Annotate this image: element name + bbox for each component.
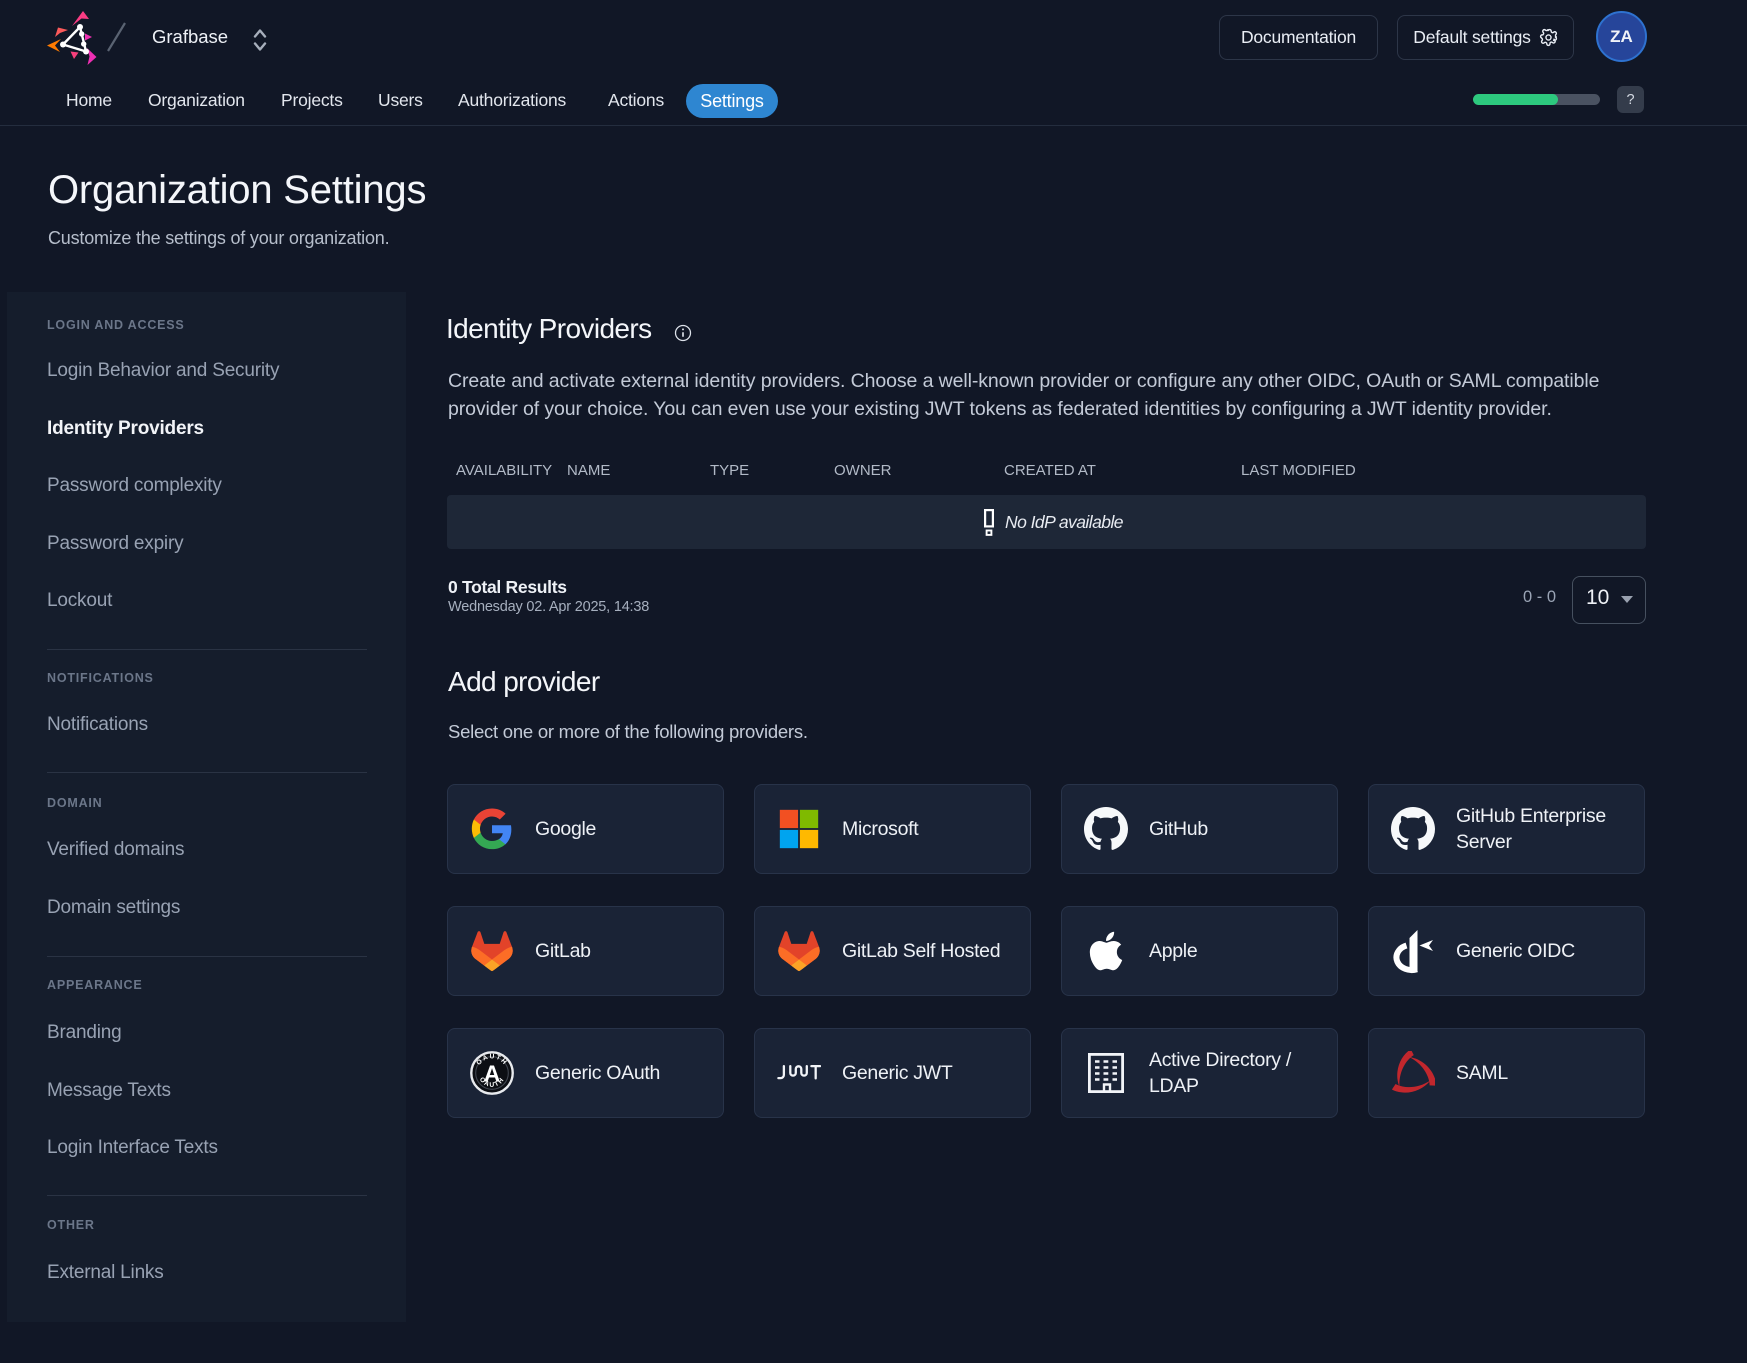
svg-text:A: A [484, 1060, 501, 1086]
